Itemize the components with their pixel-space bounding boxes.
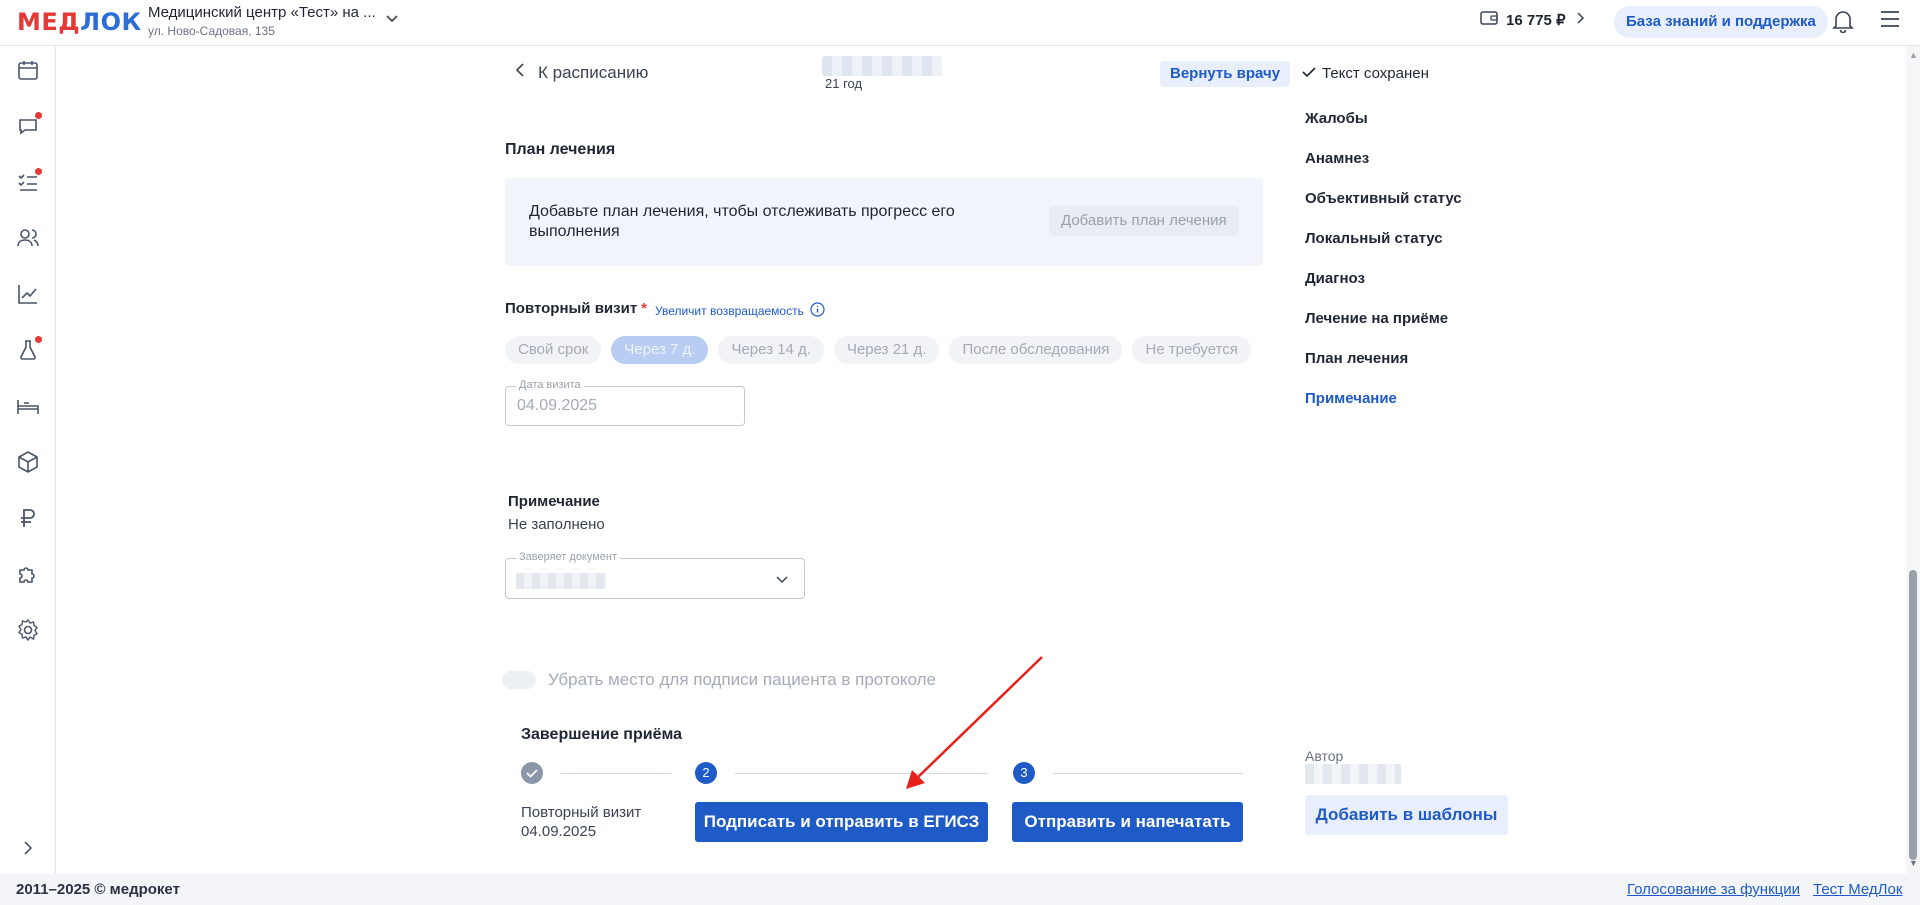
anchor-treatment[interactable]: Лечение на приёме: [1305, 310, 1462, 350]
revisit-title-text: Повторный визит: [505, 300, 638, 317]
sidebar: [0, 46, 56, 874]
step-1-info: Повторный визит 04.09.2025: [521, 803, 641, 841]
step-3-number: 3: [1013, 762, 1035, 784]
signature-toggle-label: Убрать место для подписи пациента в прот…: [548, 670, 937, 689]
chip-not-required[interactable]: Не требуется: [1132, 336, 1251, 364]
chevron-down-icon: [774, 571, 790, 592]
chevron-down-icon[interactable]: [384, 10, 400, 31]
anchor-treatment-plan[interactable]: План лечения: [1305, 350, 1462, 390]
visit-date-value: 04.09.2025: [517, 397, 598, 414]
add-to-templates-button[interactable]: Добавить в шаблоны: [1305, 795, 1508, 835]
certifier-label: Заверяет документ: [516, 551, 621, 563]
puzzle-icon[interactable]: [16, 562, 40, 586]
step-1-done-check-icon: [521, 762, 543, 784]
patients-icon[interactable]: [16, 226, 40, 250]
logo[interactable]: МЕДЛОК: [17, 8, 142, 36]
step-1-title: Повторный визит: [521, 804, 642, 821]
chip-after-exam[interactable]: После обследования: [949, 336, 1123, 364]
analytics-icon[interactable]: [16, 282, 40, 306]
visit-date-field[interactable]: Дата визита 04.09.2025: [505, 379, 745, 426]
note-title: Примечание: [508, 493, 600, 510]
notification-dot: [35, 336, 42, 343]
signature-toggle[interactable]: [502, 671, 536, 689]
step-2-number: 2: [695, 762, 717, 784]
treatment-plan-text: Добавьте план лечения, чтобы отслеживать…: [529, 203, 955, 240]
chip-14-days[interactable]: Через 14 д.: [718, 336, 824, 364]
clinic-selector[interactable]: Медицинский центр «Тест» на ... ул. Ново…: [148, 4, 376, 38]
treatment-plan-box: Добавьте план лечения, чтобы отслеживать…: [505, 178, 1263, 266]
footer: 2011–2025 © медрокет Голосование за функ…: [0, 874, 1920, 905]
chevron-left-icon: [514, 62, 526, 83]
certifier-value: [516, 573, 606, 589]
author-name: [1305, 764, 1401, 784]
vote-features-link[interactable]: Голосование за функции: [1627, 881, 1800, 898]
visit-date-label: Дата визита: [516, 379, 584, 391]
anchor-anamnesis[interactable]: Анамнез: [1305, 150, 1462, 190]
notification-dot: [35, 112, 42, 119]
send-and-print-button[interactable]: Отправить и напечатать: [1012, 802, 1243, 842]
balance-value: 16 775 ₽: [1506, 12, 1566, 29]
help-button[interactable]: База знаний и поддержка: [1614, 6, 1828, 38]
back-to-schedule[interactable]: К расписанию: [514, 62, 648, 83]
back-label: К расписанию: [538, 62, 649, 82]
scroll-down-icon[interactable]: ▼: [1909, 858, 1918, 868]
lab-icon[interactable]: [16, 336, 42, 362]
tasks-icon[interactable]: [16, 168, 42, 194]
box-icon[interactable]: [16, 450, 40, 474]
sign-and-send-egisz-button[interactable]: Подписать и отправить в ЕГИСЗ: [695, 802, 988, 842]
settings-icon[interactable]: [16, 618, 40, 642]
patient-age: 21 год: [825, 76, 863, 91]
check-icon: [1302, 65, 1316, 82]
top-bar: МЕДЛОК Медицинский центр «Тест» на ... у…: [0, 0, 1920, 46]
note-value[interactable]: Не заполнено: [508, 516, 605, 533]
finish-title: Завершение приёма: [521, 726, 682, 743]
anchor-complaints[interactable]: Жалобы: [1305, 110, 1462, 150]
scroll-up-icon[interactable]: ▲: [1909, 50, 1918, 60]
clinic-address: ул. Ново-Садовая, 135: [148, 24, 275, 38]
anchor-objective-status[interactable]: Объективный статус: [1305, 190, 1462, 230]
chip-21-days[interactable]: Через 21 д.: [833, 336, 940, 364]
save-status: Текст сохранен: [1302, 65, 1429, 82]
signature-toggle-row: Убрать место для подписи пациента в прот…: [502, 670, 936, 690]
notification-dot: [35, 168, 42, 175]
chat-icon[interactable]: [16, 112, 42, 138]
section-anchor-nav: Жалобы Анамнез Объективный статус Локаль…: [1305, 110, 1462, 430]
step-connector: [1053, 773, 1243, 774]
info-icon[interactable]: [810, 302, 825, 320]
anchor-note[interactable]: Примечание: [1305, 390, 1462, 430]
step-connector: [735, 773, 988, 774]
returnability-link[interactable]: Увеличит возвращаемость: [655, 302, 825, 320]
author-label: Автор: [1305, 748, 1344, 764]
save-status-text: Текст сохранен: [1322, 65, 1429, 82]
chevron-right-icon: [1574, 11, 1586, 29]
wallet-icon: [1480, 10, 1498, 30]
calendar-icon[interactable]: [16, 58, 40, 82]
test-medlok-link[interactable]: Тест МедЛок: [1813, 881, 1902, 898]
expand-icon[interactable]: [16, 836, 40, 860]
clinic-name: Медицинский центр «Тест» на ...: [148, 4, 376, 21]
chip-7-days[interactable]: Через 7 д.: [611, 336, 709, 364]
step-1-date: 04.09.2025: [521, 823, 597, 840]
certifier-select[interactable]: Заверяет документ: [505, 551, 805, 599]
step-connector: [561, 773, 671, 774]
chip-custom[interactable]: Свой срок: [505, 336, 602, 364]
required-mark: *: [641, 300, 648, 317]
annotation-arrow: [906, 656, 1043, 789]
ruble-icon[interactable]: [16, 506, 40, 530]
bell-icon[interactable]: [1832, 9, 1854, 38]
anchor-diagnosis[interactable]: Диагноз: [1305, 270, 1462, 310]
treatment-plan-title: План лечения: [505, 141, 616, 158]
copyright: 2011–2025 © медрокет: [16, 881, 180, 898]
bed-icon[interactable]: [16, 394, 40, 418]
balance[interactable]: 16 775 ₽: [1480, 10, 1586, 30]
return-to-doctor-button[interactable]: Вернуть врачу: [1160, 61, 1291, 87]
scrollbar-thumb[interactable]: [1909, 570, 1917, 860]
revisit-period-chips: Свой срок Через 7 д. Через 14 д. Через 2…: [505, 336, 1251, 364]
revisit-title: Повторный визит *: [505, 300, 647, 317]
patient-name: [822, 56, 942, 76]
anchor-local-status[interactable]: Локальный статус: [1305, 230, 1462, 270]
returnability-text: Увеличит возвращаемость: [655, 304, 804, 318]
menu-icon[interactable]: [1880, 10, 1900, 33]
add-treatment-plan-button[interactable]: Добавить план лечения: [1049, 206, 1239, 236]
